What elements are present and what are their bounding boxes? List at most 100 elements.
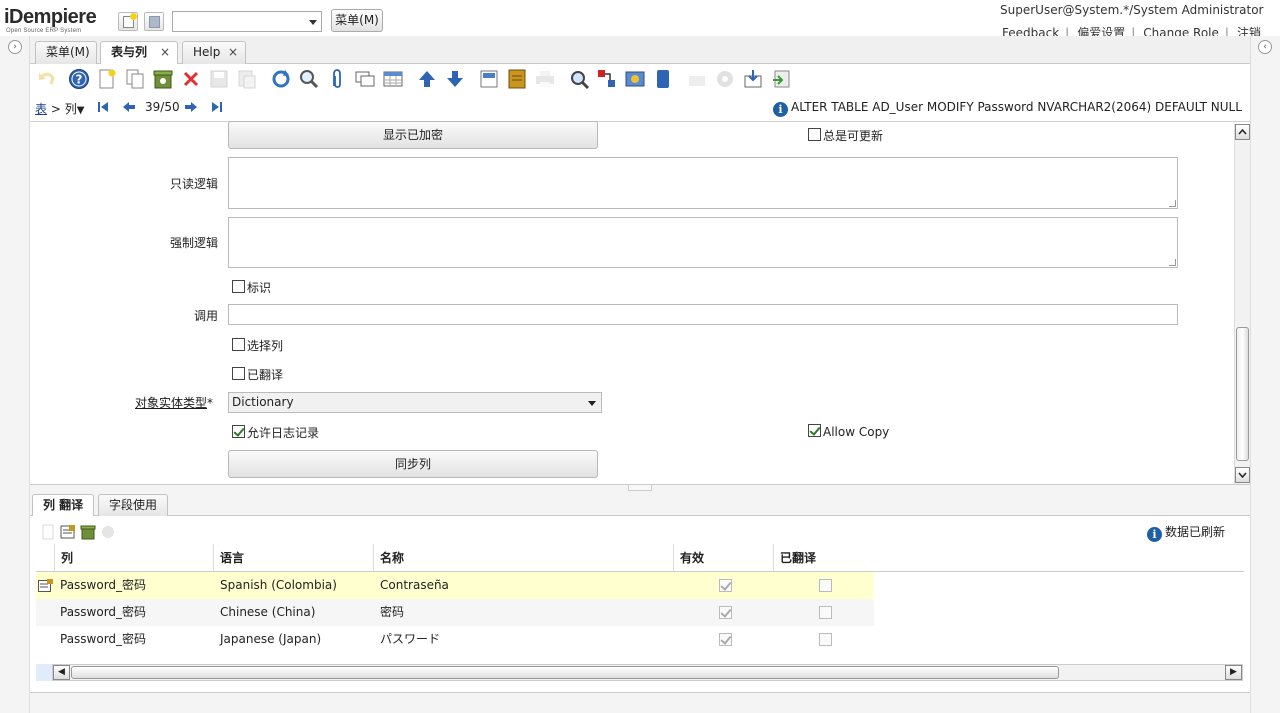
lock-icon[interactable] [686,68,708,90]
translated-checkbox[interactable]: 已翻译 [232,366,283,383]
entity-type-label[interactable]: 对象实体类型* [13,394,213,411]
cell-translated-checkbox[interactable] [819,633,832,646]
save-create-icon[interactable] [236,68,258,90]
chat-icon[interactable] [354,68,376,90]
global-search-combo[interactable] [172,11,322,32]
selection-column-checkbox[interactable]: 选择列 [232,337,283,354]
cell-active-checkbox[interactable] [719,579,732,592]
scrollbar-thumb[interactable] [1236,327,1249,461]
readonly-logic-field[interactable] [228,157,1178,209]
import-icon[interactable] [770,68,792,90]
edit-record-icon[interactable] [60,524,76,540]
scrollbar-thumb[interactable] [71,666,1059,679]
allow-logging-checkbox[interactable]: 允许日志记录 [232,424,319,441]
form-vertical-scrollbar[interactable] [1234,124,1250,484]
last-record-icon[interactable] [210,100,224,114]
scroll-down-icon[interactable] [1235,467,1250,483]
tab-field-usage[interactable]: 字段使用 [98,494,169,516]
find-icon[interactable] [298,68,320,90]
first-record-icon[interactable] [96,100,110,114]
zoom-across-icon[interactable] [568,68,590,90]
sync-column-button[interactable]: 同步列 [228,450,598,478]
checkbox-box[interactable] [808,424,821,437]
requests-icon[interactable] [624,68,646,90]
menu-button[interactable]: 菜单(M) [331,9,383,32]
scroll-up-icon[interactable] [1235,124,1250,140]
tab-menu[interactable]: 菜单(M) [35,41,97,64]
checkbox-box[interactable] [232,367,245,380]
breadcrumb-parent-link[interactable]: 表 [35,102,47,116]
close-icon[interactable]: × [228,42,238,63]
callout-field[interactable] [228,304,1178,325]
cell-translated-checkbox[interactable] [819,579,832,592]
customize-icon[interactable] [100,524,116,540]
column-header-name[interactable]: 名称 [373,544,673,572]
tab-column-translation[interactable]: 列 翻译 [32,494,95,517]
delete-selected-icon[interactable] [80,524,96,540]
chevron-down-icon[interactable] [588,401,596,406]
callout-label: 调用 [193,309,218,323]
column-header-language[interactable]: 语言 [213,544,373,572]
mandatory-logic-field[interactable] [228,217,1178,268]
previous-record-icon[interactable] [122,100,136,114]
breadcrumb-current[interactable]: 列 [65,102,77,116]
new-window-button[interactable] [118,12,138,31]
entity-type-select[interactable]: Dictionary [228,392,602,413]
column-header-column[interactable]: 列 [54,544,213,572]
delete-icon[interactable] [180,68,202,90]
delete-selected-icon[interactable] [152,68,174,90]
idempiere-logo[interactable]: iDempiere Open Source ERP System [4,6,97,34]
identifier-checkbox[interactable]: 标识 [232,279,271,296]
expand-right-icon[interactable]: ‹ [1258,40,1272,54]
refresh-icon[interactable] [270,68,292,90]
help-icon[interactable]: ? [68,68,90,90]
export-icon[interactable] [742,68,764,90]
edit-row-icon[interactable] [38,579,53,593]
parent-record-icon[interactable] [416,68,438,90]
show-encrypted-button[interactable]: 显示已加密 [228,121,598,149]
close-icon[interactable]: × [160,42,170,63]
checkbox-box[interactable] [808,128,821,141]
column-header-translated[interactable]: 已翻译 [773,544,873,572]
attachment-icon[interactable] [326,68,348,90]
chevron-down-icon[interactable] [309,20,317,25]
pane-splitter[interactable] [30,484,1250,492]
splitter-grip-icon[interactable] [628,485,652,491]
tab-table-column[interactable]: 表与列 × [100,41,178,65]
cell-active-checkbox[interactable] [719,606,732,619]
grid-toggle-icon[interactable] [382,68,404,90]
checkbox-box[interactable] [232,338,245,351]
new-record-icon[interactable] [96,68,118,90]
cell-active-checkbox[interactable] [719,633,732,646]
expand-left-icon[interactable]: › [8,40,22,54]
cell-language: Chinese (China) [220,605,316,619]
save-icon[interactable] [208,68,230,90]
grid-horizontal-scrollbar[interactable]: ◀ ▶ [52,664,1243,681]
cell-translated-checkbox[interactable] [819,606,832,619]
print-icon[interactable] [534,68,556,90]
checkbox-box[interactable] [232,280,245,293]
detail-record-icon[interactable] [444,68,466,90]
report-icon[interactable] [478,68,500,90]
copy-record-icon[interactable] [124,68,146,90]
undo-icon[interactable] [36,68,58,90]
scroll-right-icon[interactable]: ▶ [1225,665,1242,680]
always-updatable-checkbox[interactable]: 总是可更新 [808,127,883,144]
table-row[interactable]: Password_密码 Chinese (China) 密码 [36,599,874,626]
product-info-icon[interactable] [652,68,674,90]
open-folder-button[interactable] [144,12,164,31]
table-row[interactable]: Password_密码 Japanese (Japan) パスワード [36,626,874,653]
tab-help[interactable]: Help × [182,41,246,64]
next-record-icon[interactable] [184,100,198,114]
column-header-active[interactable]: 有效 [673,544,773,572]
user-context[interactable]: SuperUser@System.*/System Administrator [1000,3,1263,17]
new-record-icon[interactable] [40,524,56,540]
allow-copy-checkbox[interactable]: Allow Copy [808,424,889,439]
scroll-left-icon[interactable]: ◀ [53,665,70,680]
chevron-down-icon[interactable]: ▼ [77,105,85,116]
archive-icon[interactable] [506,68,528,90]
process-icon[interactable] [714,68,736,90]
table-row[interactable]: Password_密码 Spanish (Colombia) Contraseñ… [36,572,874,599]
active-workflows-icon[interactable] [596,68,618,90]
checkbox-box[interactable] [232,425,245,438]
